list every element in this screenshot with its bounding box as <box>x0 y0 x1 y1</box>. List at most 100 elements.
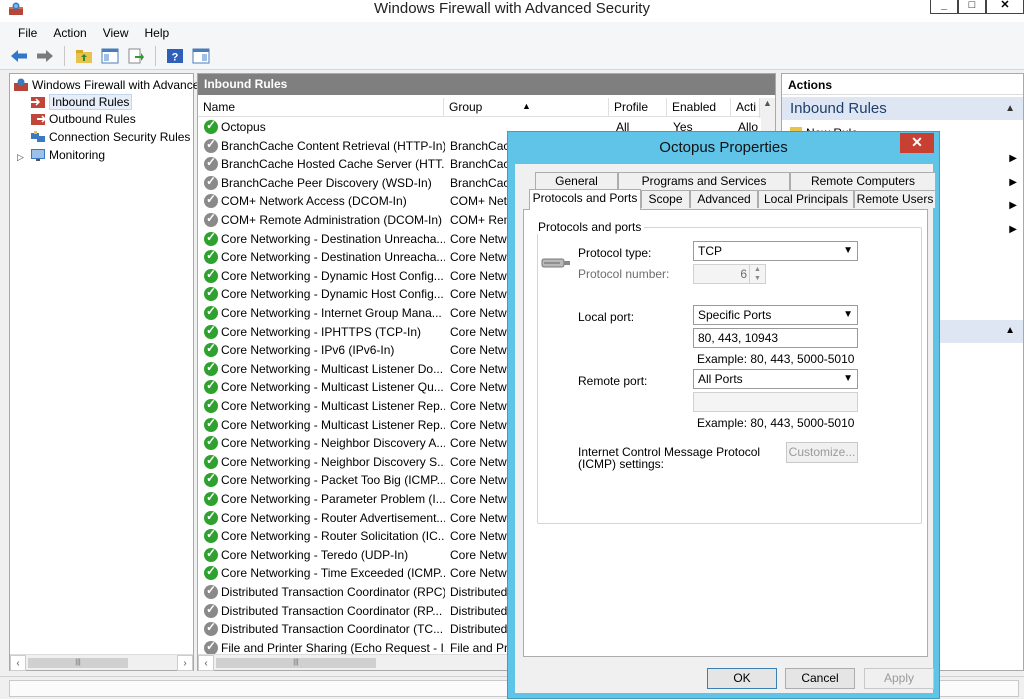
scrollbar-thumb[interactable]: ||| <box>28 658 128 668</box>
tree-item-label: Connection Security Rules <box>49 130 191 144</box>
show-hide-console-tree-button[interactable] <box>99 45 121 67</box>
submenu-arrow-icon[interactable]: ▶ <box>1009 153 1017 164</box>
rule-enabled-icon <box>204 248 218 265</box>
forward-arrow-icon <box>37 50 53 62</box>
sort-ascending-icon: ▲ <box>522 101 531 111</box>
tree-item-connection-security-rules[interactable]: Connection Security Rules <box>30 128 190 146</box>
rule-enabled-icon <box>204 230 218 246</box>
tree-item-label: Inbound Rules <box>49 94 133 110</box>
back-button[interactable] <box>8 45 30 67</box>
rule-group: Core Netwo <box>450 510 512 525</box>
column-name[interactable]: Name <box>198 98 444 117</box>
tree-root-label: Windows Firewall with Advance <box>32 78 200 92</box>
rules-pane-title: Inbound Rules <box>198 74 775 95</box>
column-group[interactable]: Group ▲ <box>444 98 609 117</box>
chevron-down-icon: ▼ <box>843 373 853 384</box>
scrollbar-thumb[interactable]: ||| <box>216 658 376 668</box>
submenu-arrow-icon[interactable]: ▶ <box>1009 200 1017 211</box>
actions-section-inbound-rules[interactable]: Inbound Rules ▲ <box>782 97 1023 120</box>
tab-protocols-and-ports[interactable]: Protocols and Ports <box>529 189 641 210</box>
rule-group: BranchCach <box>450 138 512 153</box>
action-pane-icon <box>192 48 210 64</box>
menu-help[interactable]: Help <box>137 26 178 40</box>
back-arrow-icon <box>11 50 27 62</box>
menu-file[interactable]: File <box>10 26 45 40</box>
rule-group: Distributed <box>450 622 508 637</box>
menu-bar: File Action View Help <box>0 22 1024 43</box>
maximize-button[interactable]: □ <box>958 0 986 14</box>
rule-disabled-icon <box>204 583 218 599</box>
tab-remote-users[interactable]: Remote Users <box>854 190 936 208</box>
column-group-label: Group <box>449 100 483 114</box>
tab-general[interactable]: General <box>535 172 618 190</box>
column-profile[interactable]: Profile <box>609 98 667 117</box>
tree-root[interactable]: Windows Firewall with Advance <box>13 76 199 94</box>
apply-button: Apply <box>864 668 934 689</box>
tab-remote-computers[interactable]: Remote Computers <box>790 172 936 190</box>
window-title: Windows Firewall with Advanced Security <box>374 0 650 17</box>
cancel-button[interactable]: Cancel <box>785 668 855 689</box>
column-enabled[interactable]: Enabled <box>667 98 731 117</box>
monitoring-expand-icon[interactable]: ▷ <box>17 152 24 163</box>
chevron-down-icon: ▼ <box>843 245 853 256</box>
dialog-close-button[interactable]: ✕ <box>900 133 934 153</box>
remote-port-example: Example: 80, 443, 5000-5010 <box>697 416 855 430</box>
rule-group: COM+ Rem <box>450 213 512 227</box>
help-button[interactable]: ? <box>164 45 186 67</box>
scroll-left-icon[interactable]: ‹ <box>198 655 214 671</box>
tree-item-inbound-rules[interactable]: Inbound Rules <box>30 93 133 111</box>
minimize-button[interactable]: _ <box>930 0 958 14</box>
console-tree-icon <box>101 48 119 64</box>
tab-advanced[interactable]: Advanced <box>690 190 758 208</box>
rule-group: COM+ Netw <box>450 194 512 209</box>
rule-disabled-icon <box>204 137 218 153</box>
rule-group: Core Netwo <box>450 324 512 339</box>
rules-column-headers: Name Group ▲ Profile Enabled Acti <box>198 98 775 117</box>
rule-group: Core Netwo <box>450 492 512 506</box>
rule-group: Core Netwo <box>450 250 512 265</box>
rule-enabled-icon <box>204 453 218 469</box>
menu-view[interactable]: View <box>95 26 137 40</box>
tree-item-monitoring[interactable]: Monitoring <box>30 146 105 164</box>
tab-programs-and-services[interactable]: Programs and Services <box>618 172 790 190</box>
ok-button[interactable]: OK <box>707 668 777 689</box>
export-list-button[interactable] <box>125 45 147 67</box>
tree-horizontal-scrollbar[interactable]: ‹ ||| › <box>10 654 193 671</box>
window-close-button[interactable]: ✕ <box>986 0 1024 14</box>
remote-port-select[interactable]: All Ports ▼ <box>693 369 858 389</box>
folder-up-icon <box>76 50 92 63</box>
rule-group: Core Netwo <box>450 529 512 544</box>
protocol-type-select[interactable]: TCP ▼ <box>693 241 858 261</box>
tab-local-principals[interactable]: Local Principals <box>758 190 854 208</box>
show-action-pane-button[interactable] <box>190 45 212 67</box>
local-port-mode: Specific Ports <box>698 308 772 322</box>
rule-disabled-icon <box>204 192 218 209</box>
collapse-up-icon[interactable]: ▲ <box>1005 97 1015 120</box>
scroll-right-icon[interactable]: › <box>177 655 193 671</box>
rule-name: BranchCache Hosted Cache Server (HTT... <box>221 157 445 172</box>
up-folder-button[interactable] <box>73 45 95 67</box>
local-port-input[interactable]: 80, 443, 10943 <box>693 328 858 348</box>
menu-action[interactable]: Action <box>45 26 94 40</box>
submenu-arrow-icon[interactable]: ▶ <box>1009 177 1017 188</box>
local-port-select[interactable]: Specific Ports ▼ <box>693 305 858 325</box>
rule-name: COM+ Remote Administration (DCOM-In) <box>221 213 443 227</box>
forward-button[interactable] <box>34 45 56 67</box>
scroll-up-icon[interactable]: ▲ <box>760 98 775 108</box>
column-action[interactable]: Acti <box>731 98 761 117</box>
collapse-up-icon[interactable]: ▲ <box>1005 325 1015 336</box>
inbound-rules-icon <box>31 97 45 108</box>
scroll-left-icon[interactable]: ‹ <box>10 655 26 671</box>
rule-disabled-icon <box>204 155 218 172</box>
rule-name: Distributed Transaction Coordinator (RP.… <box>221 603 443 618</box>
rule-group: BranchCach <box>450 175 512 190</box>
rule-disabled-icon <box>204 174 218 190</box>
submenu-arrow-icon[interactable]: ▶ <box>1009 224 1017 235</box>
customize-button: Customize... <box>786 442 858 463</box>
window-controls: _ □ ✕ <box>930 0 1024 14</box>
rule-name: Core Networking - IPHTTPS (TCP-In) <box>221 324 422 339</box>
tree-item-outbound-rules[interactable]: Outbound Rules <box>30 110 136 128</box>
rule-enabled-icon <box>204 267 218 283</box>
tab-scope[interactable]: Scope <box>641 190 690 208</box>
actions-section-label: Inbound Rules <box>790 100 887 117</box>
